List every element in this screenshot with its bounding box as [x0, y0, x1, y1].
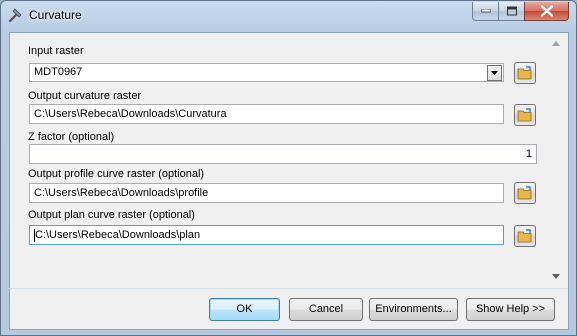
input-raster-label: Input raster: [28, 45, 84, 57]
input-raster-browse-button[interactable]: [514, 62, 536, 84]
browse-folder-icon: [517, 66, 532, 80]
maximize-icon: [506, 6, 517, 16]
z-factor-label: Z factor (optional): [28, 131, 115, 143]
cancel-button[interactable]: Cancel: [289, 298, 363, 321]
scroll-down-button[interactable]: [548, 269, 565, 286]
window-title: Curvature: [29, 8, 82, 22]
output-plan-browse-button[interactable]: [514, 225, 536, 247]
close-button[interactable]: [524, 2, 569, 21]
browse-folder-icon: [517, 229, 532, 243]
close-icon: [540, 5, 553, 17]
browse-folder-icon: [517, 108, 532, 122]
output-profile-browse-button[interactable]: [514, 182, 536, 204]
input-raster-value: MDT0967: [34, 66, 83, 78]
title-bar[interactable]: Curvature: [1, 1, 576, 29]
input-raster-combo[interactable]: MDT0967: [29, 63, 504, 82]
scroll-down-icon: [552, 274, 560, 279]
environments-button[interactable]: Environments...: [369, 298, 458, 321]
parameters-panel: Input raster MDT0967 Output curvature ra…: [17, 36, 549, 284]
output-curvature-browse-button[interactable]: [514, 104, 536, 126]
output-plan-input[interactable]: C:\Users\Rebeca\Downloads\plan: [29, 225, 504, 245]
output-curvature-label: Output curvature raster: [28, 90, 142, 102]
minimize-button[interactable]: [472, 2, 499, 21]
output-profile-input[interactable]: C:\Users\Rebeca\Downloads\profile: [29, 183, 504, 203]
output-profile-label: Output profile curve raster (optional): [28, 168, 205, 180]
scroll-up-button[interactable]: [548, 36, 565, 53]
vertical-scrollbar[interactable]: [548, 36, 565, 286]
show-help-button[interactable]: Show Help >>: [466, 298, 555, 321]
ok-button[interactable]: OK: [209, 298, 280, 321]
output-plan-label: Output plan curve raster (optional): [28, 209, 195, 221]
output-curvature-input[interactable]: C:\Users\Rebeca\Downloads\Curvatura: [29, 104, 504, 124]
dropdown-arrow-icon: [491, 71, 498, 75]
dropdown-arrow-button[interactable]: [487, 65, 502, 81]
browse-folder-icon: [517, 186, 532, 200]
tool-hammer-icon: [8, 7, 24, 23]
maximize-button[interactable]: [498, 2, 525, 21]
button-separator: [8, 288, 568, 289]
minimize-icon: [480, 9, 491, 13]
scroll-up-icon: [552, 41, 560, 46]
z-factor-input[interactable]: 1: [29, 144, 537, 164]
output-plan-value: C:\Users\Rebeca\Downloads\plan: [35, 229, 201, 241]
